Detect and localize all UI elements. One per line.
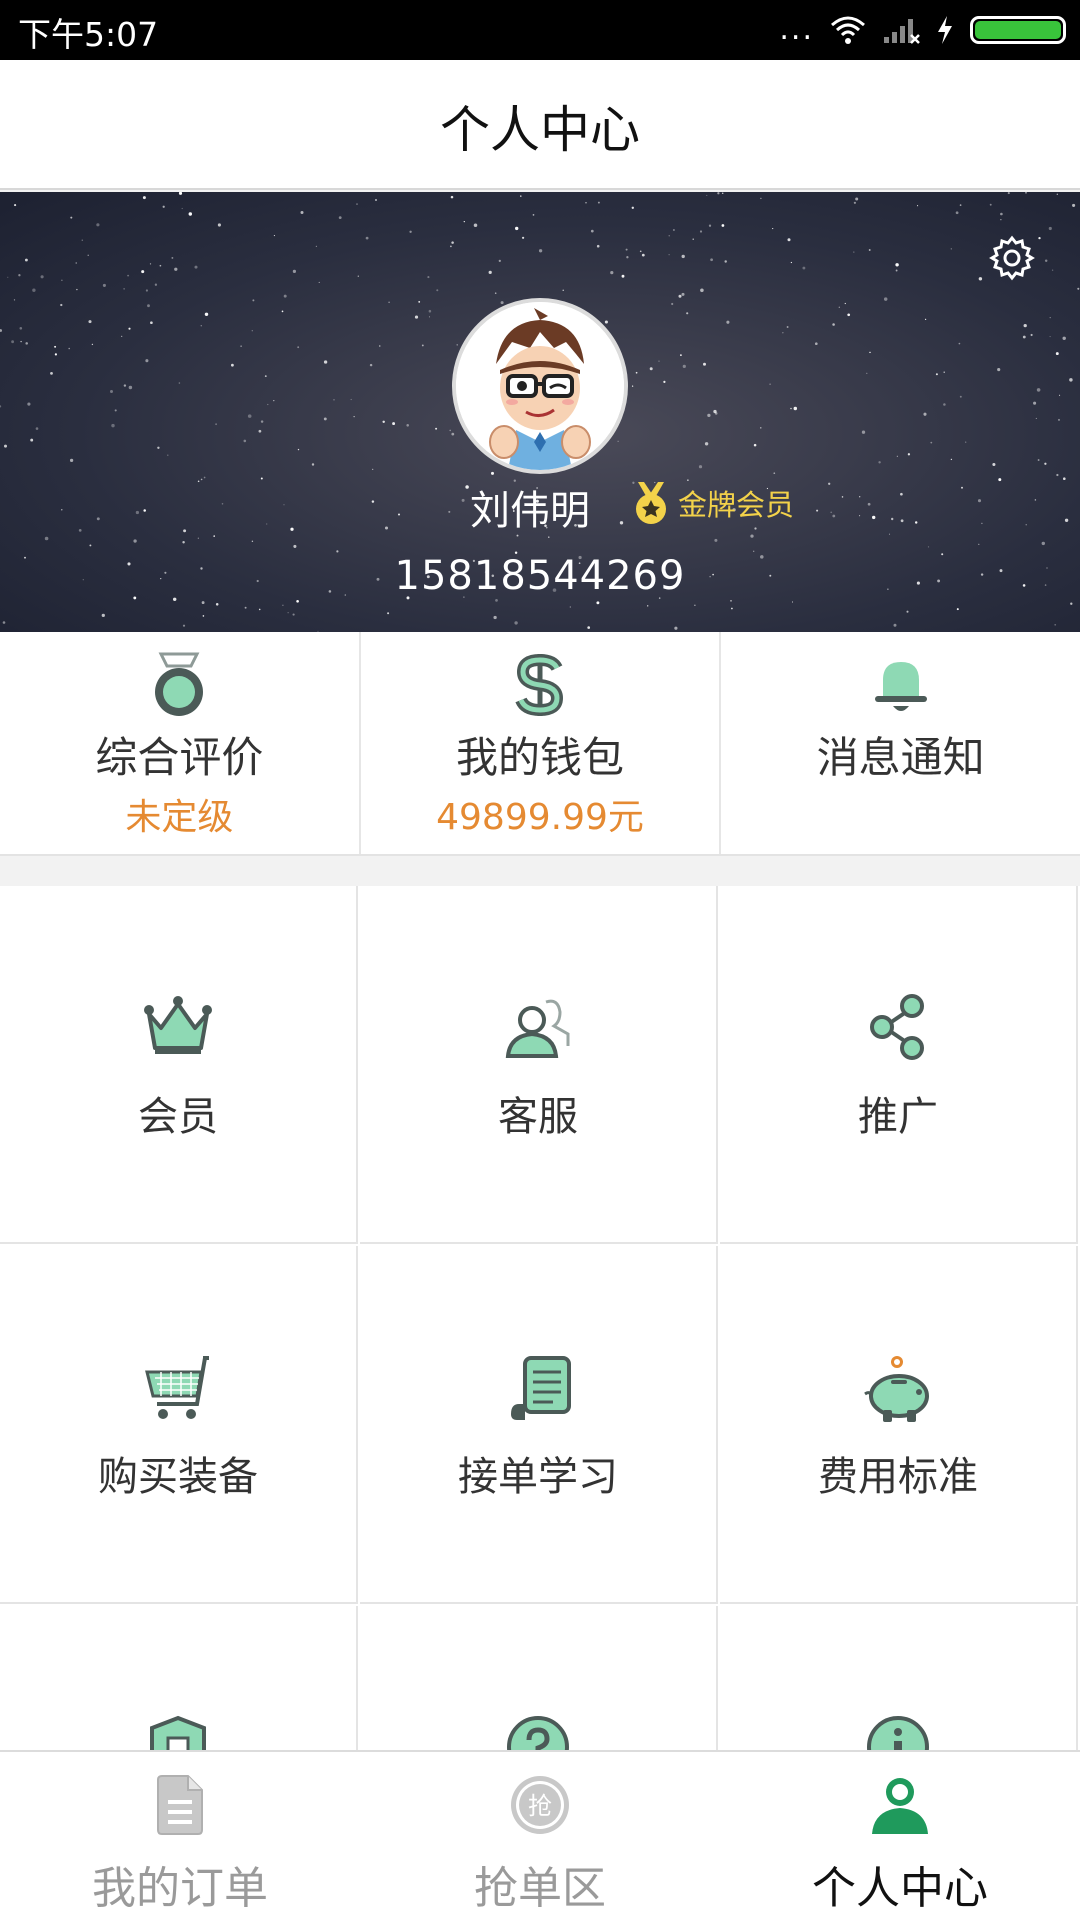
grid-item-customer-service[interactable]: 客服 <box>360 886 718 1244</box>
share-icon <box>870 994 924 1060</box>
tab-personal-center[interactable]: 个人中心 <box>720 1752 1080 1920</box>
settings-gear-icon[interactable] <box>988 234 1036 282</box>
bell-icon <box>874 662 927 711</box>
menu-grid: 会员 客服 推广 购买装备 接单学习 费用标准 <box>0 886 1080 1750</box>
piggy-bank-icon <box>864 1356 929 1422</box>
charging-icon <box>938 16 952 44</box>
grid-item-label: 客服 <box>498 1094 578 1140</box>
avatar-cartoon-image <box>456 302 624 470</box>
stat-label: 综合评价 <box>95 733 264 782</box>
grid-item-buy-equipment[interactable]: 购买装备 <box>0 1246 358 1604</box>
member-level-label: 金牌会员 <box>678 488 795 522</box>
stats-row: 综合评价 未定级 我的钱包 49899.99元 消息通知 <box>0 632 1080 856</box>
info-icon <box>867 1716 929 1750</box>
grid-item-label: 接单学习 <box>458 1454 618 1500</box>
order-document-icon <box>157 1775 203 1835</box>
grid-item-shield[interactable] <box>0 1606 358 1750</box>
grid-item-label: 推广 <box>858 1094 938 1140</box>
grid-item-member[interactable]: 会员 <box>0 886 358 1244</box>
tab-grab-orders[interactable]: 抢 抢单区 <box>360 1752 720 1920</box>
grid-item-order-learning[interactable]: 接单学习 <box>360 1246 718 1604</box>
shopping-cart-icon <box>145 1356 209 1419</box>
grid-item-label: 会员 <box>138 1094 218 1140</box>
dollar-icon <box>515 653 564 717</box>
grid-item-info[interactable] <box>720 1606 1078 1750</box>
scroll-icon <box>511 1356 571 1420</box>
grid-item-help[interactable] <box>360 1606 718 1750</box>
help-icon <box>507 1716 569 1750</box>
tab-label: 我的订单 <box>92 1863 268 1914</box>
status-icons: ... <box>779 12 1066 48</box>
tab-label: 抢单区 <box>474 1863 606 1914</box>
battery-icon <box>970 16 1066 44</box>
signal-icon <box>884 19 920 44</box>
person-icon <box>872 1778 928 1834</box>
username: 刘伟明 <box>470 488 590 534</box>
stat-value: 49899.99元 <box>436 797 644 838</box>
tab-label: 个人中心 <box>812 1863 988 1914</box>
avatar[interactable] <box>452 298 628 474</box>
shield-icon <box>150 1715 206 1750</box>
grid-item-label: 购买装备 <box>98 1454 258 1500</box>
medal-icon <box>155 652 204 716</box>
status-time: 下午5:07 <box>18 15 159 54</box>
stat-wallet[interactable]: 我的钱包 49899.99元 <box>361 632 722 854</box>
grab-order-icon: 抢 <box>511 1776 569 1834</box>
grid-item-fee-standard[interactable]: 费用标准 <box>720 1246 1078 1604</box>
member-badge: 金牌会员 <box>630 480 794 526</box>
nav-bar: 个人中心 <box>0 60 1080 190</box>
gold-medal-icon <box>636 482 666 524</box>
stat-notifications[interactable]: 消息通知 <box>721 632 1080 854</box>
crown-icon <box>144 996 212 1054</box>
grid-item-label: 费用标准 <box>818 1454 978 1500</box>
status-bar: 下午5:07 ... <box>0 0 1080 60</box>
phone-number: 15818544269 <box>394 553 686 599</box>
tab-my-orders[interactable]: 我的订单 <box>0 1752 360 1920</box>
bottom-tab-bar: 我的订单 抢 抢单区 个人中心 <box>0 1750 1080 1920</box>
stat-value: 未定级 <box>125 797 234 838</box>
stat-label: 消息通知 <box>816 733 985 782</box>
stat-rating[interactable]: 综合评价 未定级 <box>0 632 361 854</box>
page-title: 个人中心 <box>440 101 640 159</box>
grid-item-promote[interactable]: 推广 <box>720 886 1078 1244</box>
grab-order-icon-text: 抢 <box>528 1792 552 1820</box>
customer-service-icon <box>505 999 570 1058</box>
more-dots-icon: ... <box>779 12 814 47</box>
wifi-icon <box>831 16 865 44</box>
stat-label: 我的钱包 <box>456 733 625 782</box>
